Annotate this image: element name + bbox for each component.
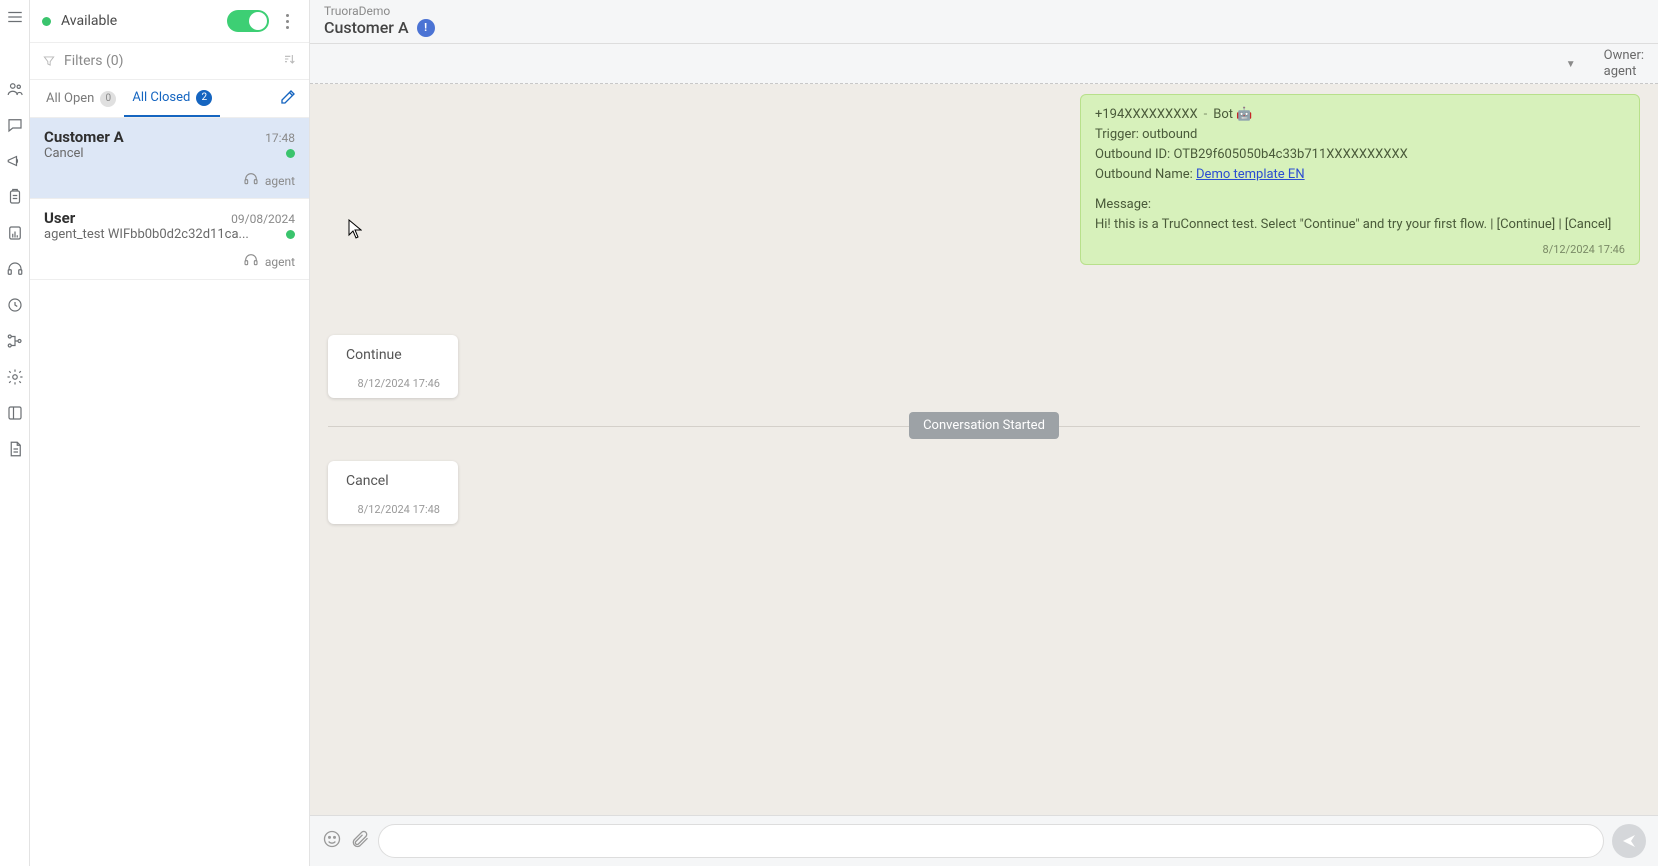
status-dot-icon xyxy=(286,149,295,158)
bubble-time: 8/12/2024 17:48 xyxy=(346,503,440,516)
gear-icon[interactable] xyxy=(4,366,26,388)
filters-row[interactable]: Filters (0) xyxy=(30,42,309,80)
bot-phone: +194XXXXXXXXX xyxy=(1095,105,1198,125)
chat-header: TruoraDemo Customer A ! xyxy=(310,0,1658,44)
conversation-list-panel: Available Filters (0) All Open 0 All Clo… xyxy=(30,0,310,866)
bot-message-card: +194XXXXXXXXX - Bot 🤖 Trigger: outbound … xyxy=(1080,94,1640,266)
outbound-id-value: OTB29f605050b4c33b711XXXXXXXXXX xyxy=(1173,147,1407,162)
owner-dropdown-icon[interactable]: ▼ xyxy=(1566,59,1576,70)
compose-icon[interactable] xyxy=(279,88,297,110)
bot-label: Bot 🤖 xyxy=(1213,105,1252,125)
tab-closed-count: 2 xyxy=(196,90,212,106)
conversation-item[interactable]: Customer A 17:48 Cancel agent xyxy=(30,118,309,199)
outbound-name-link[interactable]: Demo template EN xyxy=(1196,167,1305,182)
filters-label: Filters (0) xyxy=(64,53,281,69)
bot-dash: - xyxy=(1204,105,1208,125)
chat-title: Customer A xyxy=(324,18,409,37)
status-dot-icon xyxy=(286,230,295,239)
tab-all-open[interactable]: All Open 0 xyxy=(38,80,124,117)
cursor-icon xyxy=(348,219,362,239)
conversation-agent: agent xyxy=(265,255,295,269)
conversation-preview: Cancel xyxy=(44,146,278,161)
tab-all-closed[interactable]: All Closed 2 xyxy=(124,80,220,117)
left-rail xyxy=(0,0,30,866)
send-button[interactable] xyxy=(1612,824,1646,858)
clipboard-icon[interactable] xyxy=(4,186,26,208)
chat-icon[interactable] xyxy=(4,114,26,136)
conversation-time: 09/08/2024 xyxy=(231,212,295,226)
tab-open-count: 0 xyxy=(100,91,116,107)
file-icon[interactable] xyxy=(4,438,26,460)
alert-badge-icon: ! xyxy=(417,19,435,37)
user-message-bubble: Continue 8/12/2024 17:46 xyxy=(328,335,458,398)
trigger-value: outbound xyxy=(1142,127,1197,142)
outbound-name-label: Outbound Name: xyxy=(1095,167,1193,182)
owner-value: agent xyxy=(1604,64,1644,80)
bubble-text: Cancel xyxy=(346,473,440,489)
presence-dot-icon xyxy=(42,17,51,26)
composer xyxy=(310,815,1658,866)
availability-toggle[interactable] xyxy=(227,10,269,32)
conversation-time: 17:48 xyxy=(265,131,295,145)
divider-label: Conversation Started xyxy=(909,412,1059,439)
trigger-label: Trigger: xyxy=(1095,127,1139,142)
tab-closed-label: All Closed xyxy=(132,90,190,105)
presence-label: Available xyxy=(61,13,227,29)
conversation-agent: agent xyxy=(265,174,295,188)
agent-icon xyxy=(243,252,259,271)
tab-open-label: All Open xyxy=(46,91,94,106)
route-icon[interactable] xyxy=(4,330,26,352)
headset-icon[interactable] xyxy=(4,258,26,280)
megaphone-icon[interactable] xyxy=(4,150,26,172)
panel-icon[interactable] xyxy=(4,402,26,424)
agent-icon xyxy=(243,171,259,190)
conversation-list: Customer A 17:48 Cancel agent User 09/08… xyxy=(30,118,309,866)
user-message-bubble: Cancel 8/12/2024 17:48 xyxy=(328,461,458,524)
emoji-icon[interactable] xyxy=(322,829,342,853)
bubble-time: 8/12/2024 17:46 xyxy=(346,377,440,390)
tabs-row: All Open 0 All Closed 2 xyxy=(30,80,309,118)
funnel-icon xyxy=(42,54,56,68)
conversation-name: Customer A xyxy=(44,128,265,146)
report-icon[interactable] xyxy=(4,222,26,244)
owner-label: Owner: xyxy=(1604,48,1644,64)
conversation-item[interactable]: User 09/08/2024 agent_test WIFbb0b0d2c32… xyxy=(30,199,309,280)
menu-icon[interactable] xyxy=(4,6,26,28)
system-divider: Conversation Started xyxy=(328,412,1640,439)
bubble-text: Continue xyxy=(346,347,440,363)
conversation-preview: agent_test WIFbb0b0d2c32d11ca... xyxy=(44,227,278,242)
owner-strip: ▼ Owner: agent xyxy=(310,44,1658,84)
more-options-icon[interactable] xyxy=(277,14,297,29)
message-body: Hi! this is a TruConnect test. Select "C… xyxy=(1095,215,1625,235)
bot-timestamp: 8/12/2024 17:46 xyxy=(1095,241,1625,258)
chat-main: TruoraDemo Customer A ! ▼ Owner: agent +… xyxy=(310,0,1658,866)
chat-scroll[interactable]: +194XXXXXXXXX - Bot 🤖 Trigger: outbound … xyxy=(310,84,1658,816)
outbound-id-label: Outbound ID: xyxy=(1095,147,1170,162)
message-input[interactable] xyxy=(378,824,1604,858)
clock-icon[interactable] xyxy=(4,294,26,316)
people-icon[interactable] xyxy=(4,78,26,100)
conversation-name: User xyxy=(44,209,231,227)
sort-icon[interactable] xyxy=(281,51,297,71)
message-label: Message: xyxy=(1095,195,1625,215)
presence-row: Available xyxy=(30,0,309,42)
workspace-name: TruoraDemo xyxy=(324,4,1644,18)
attachment-icon[interactable] xyxy=(350,829,370,853)
